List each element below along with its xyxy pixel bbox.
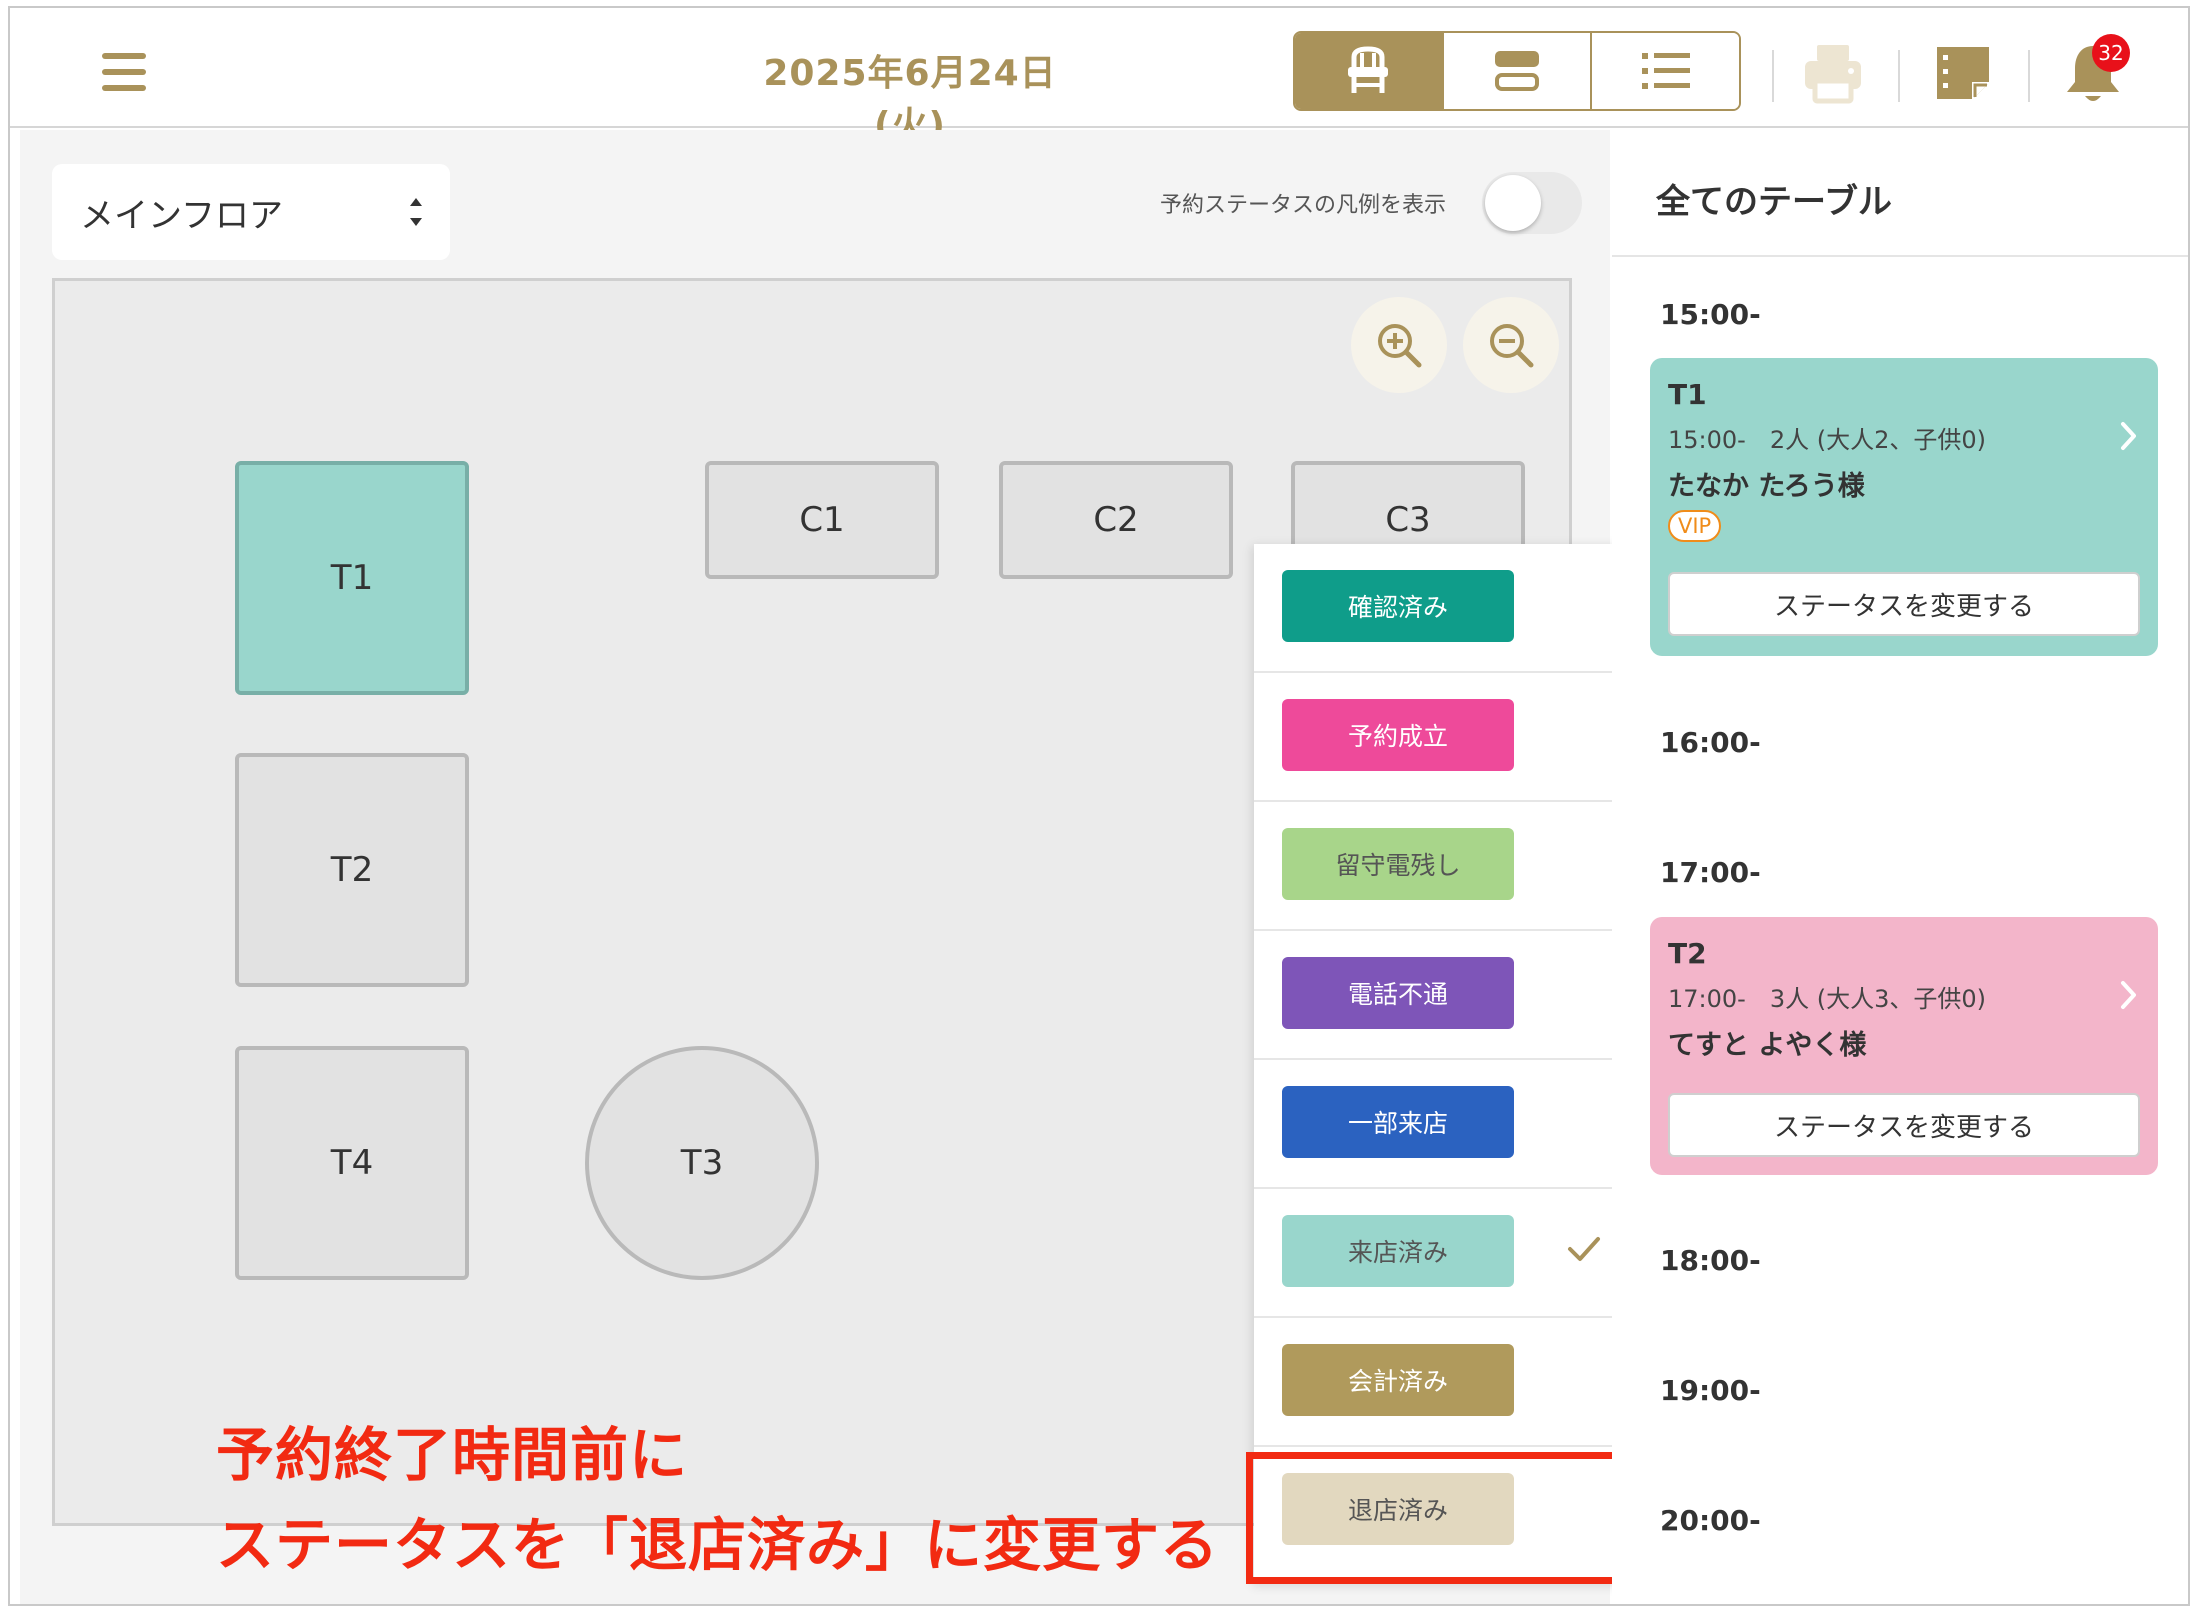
memo-icon	[1937, 47, 1989, 99]
app-header: 2025年6月24日 (火) 32	[10, 8, 2188, 146]
floor-select[interactable]: メインフロア	[52, 164, 450, 260]
highlight-box	[1246, 1452, 1628, 1584]
status-item-partial-arrival[interactable]: 一部来店	[1254, 1060, 1634, 1189]
timeline-icon	[1495, 51, 1539, 91]
status-pill: 来店済み	[1282, 1215, 1514, 1287]
vip-badge: VIP	[1668, 510, 1722, 542]
status-pill: 確認済み	[1282, 570, 1514, 642]
table-c1[interactable]: C1	[705, 461, 939, 579]
print-button[interactable]	[1800, 40, 1866, 106]
printer-icon	[1805, 45, 1861, 104]
timeline-view-button[interactable]	[1443, 33, 1593, 109]
list-view-button[interactable]	[1592, 33, 1739, 109]
select-arrows-icon	[410, 198, 422, 226]
chevron-right-icon	[2121, 422, 2136, 450]
legend-toggle[interactable]	[1482, 172, 1582, 234]
reservation-card-t2[interactable]: T2 17:00- 3人 (大人3、子供0) てすと よやく様 ステータスを変更…	[1650, 917, 2158, 1175]
status-pill: 留守電残し	[1282, 828, 1514, 900]
reservation-card-t1[interactable]: T1 15:00- 2人 (大人2、子供0) たなか たろう様 VIP ステータ…	[1650, 358, 2158, 656]
legend-toggle-label: 予約ステータスの凡例を表示	[1160, 193, 1447, 218]
table-c2[interactable]: C2	[999, 461, 1233, 579]
status-pill: 予約成立	[1282, 699, 1514, 771]
time-label: 16:00-	[1660, 726, 1761, 759]
status-pill: 会計済み	[1282, 1344, 1514, 1416]
header-separator	[1898, 50, 1900, 102]
status-menu: 確認済み 予約成立 留守電残し 電話不通 一部来店 来店済み 会計済み 退店済み	[1254, 544, 1656, 1584]
reservation-guest: てすと よやく様	[1668, 1030, 1867, 1061]
time-label: 15:00-	[1660, 298, 1761, 331]
view-toggle	[1293, 31, 1741, 111]
zoom-in-button[interactable]	[1351, 297, 1447, 393]
reservation-table: T1	[1668, 378, 1707, 411]
toggle-knob	[1485, 175, 1541, 231]
annotation-line-1: 予約終了時間前に	[216, 1421, 689, 1489]
reservation-panel: 全てのテーブル 15:00- T1 15:00- 2人 (大人2、子供0) たな…	[1612, 130, 2188, 1604]
memo-button[interactable]	[1930, 40, 1996, 106]
status-pill: 一部来店	[1282, 1086, 1514, 1158]
floor-view-button[interactable]	[1295, 33, 1444, 109]
list-icon	[1641, 53, 1690, 89]
status-item-confirmed[interactable]: 確認済み	[1254, 544, 1634, 673]
status-item-unreachable[interactable]: 電話不通	[1254, 931, 1634, 1060]
zoom-out-icon	[1490, 324, 1534, 368]
table-t4[interactable]: T4	[235, 1046, 469, 1280]
header-separator	[2028, 50, 2030, 102]
annotation-line-2: ステータスを「退店済み」に変更する	[216, 1511, 1220, 1579]
table-label: C1	[799, 500, 845, 540]
notification-badge: 32	[2092, 34, 2130, 72]
panel-title: 全てのテーブル	[1656, 182, 1892, 222]
table-t1[interactable]: T1	[235, 461, 469, 695]
hamburger-menu-icon[interactable]	[102, 53, 146, 91]
floor-select-value: メインフロア	[80, 195, 283, 236]
change-status-button[interactable]: ステータスを変更する	[1668, 1093, 2140, 1157]
table-label: C3	[1385, 500, 1431, 540]
panel-divider	[1612, 255, 2188, 257]
reservation-info: 15:00- 2人 (大人2、子供0)	[1668, 426, 1986, 454]
time-label: 17:00-	[1660, 856, 1761, 889]
status-item-voicemail[interactable]: 留守電残し	[1254, 802, 1634, 931]
table-t2[interactable]: T2	[235, 753, 469, 987]
zoom-out-button[interactable]	[1463, 297, 1559, 393]
zoom-in-icon	[1378, 324, 1422, 368]
chevron-right-icon	[2121, 981, 2136, 1009]
reservation-guest: たなか たろう様	[1668, 471, 1865, 502]
reservation-info: 17:00- 3人 (大人3、子供0)	[1668, 985, 1986, 1013]
table-label: C2	[1093, 500, 1139, 540]
header-separator	[1772, 50, 1774, 102]
time-label: 18:00-	[1660, 1244, 1761, 1277]
table-t3[interactable]: T3	[585, 1046, 819, 1280]
table-label: T3	[680, 1143, 724, 1183]
status-item-booked[interactable]: 予約成立	[1254, 673, 1634, 802]
chair-icon	[1348, 46, 1389, 93]
notifications-button[interactable]: 32	[2060, 34, 2130, 106]
checkmark-icon	[1568, 1237, 1600, 1261]
app-frame: 2025年6月24日 (火) 32 メインフロア 予約ステータスの凡例を表示 T…	[8, 6, 2190, 1606]
status-item-arrived[interactable]: 来店済み	[1254, 1189, 1634, 1318]
status-pill: 電話不通	[1282, 957, 1514, 1029]
status-item-paid[interactable]: 会計済み	[1254, 1318, 1634, 1447]
table-label: T4	[330, 1143, 374, 1183]
time-label: 19:00-	[1660, 1374, 1761, 1407]
reservation-table: T2	[1668, 937, 1707, 970]
table-label: T2	[330, 850, 374, 890]
time-label: 20:00-	[1660, 1504, 1761, 1537]
change-status-button[interactable]: ステータスを変更する	[1668, 572, 2140, 636]
table-label: T1	[330, 558, 374, 598]
